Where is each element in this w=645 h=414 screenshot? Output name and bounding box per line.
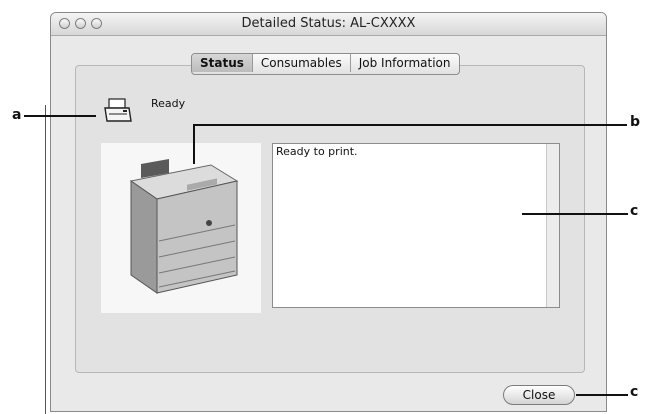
callout-label-a: a <box>12 107 22 123</box>
callout-label-c1: c <box>630 203 639 219</box>
callout-line-a <box>24 115 96 117</box>
close-button[interactable]: Close <box>503 385 575 405</box>
tab-consumables[interactable]: Consumables <box>253 54 351 72</box>
window-title: Detailed Status: AL-CXXXX <box>241 16 416 31</box>
status-message-box[interactable]: Ready to print. <box>272 143 560 308</box>
printer-icon <box>104 98 132 122</box>
tab-status[interactable]: Status <box>192 54 253 72</box>
detailed-status-window: Detailed Status: AL-CXXXX Status Consuma… <box>50 12 607 412</box>
tab-bar: Status Consumables Job Information <box>191 53 460 75</box>
callout-line-b <box>193 124 627 126</box>
callout-line-c1 <box>522 213 628 215</box>
printer-illustration <box>129 159 239 294</box>
printer-image-panel <box>101 143 261 313</box>
status-label: Ready <box>151 97 186 110</box>
left-margin-rule <box>45 105 46 414</box>
message-scrollbar[interactable] <box>546 144 559 307</box>
callout-line-b-vertical <box>193 124 195 164</box>
title-bar[interactable]: Detailed Status: AL-CXXXX <box>51 13 606 36</box>
callout-line-c2 <box>576 394 628 396</box>
callout-label-b: b <box>630 114 641 130</box>
callout-label-c2: c <box>630 384 639 400</box>
tab-job-information[interactable]: Job Information <box>351 54 459 72</box>
status-message-text: Ready to print. <box>276 145 358 158</box>
